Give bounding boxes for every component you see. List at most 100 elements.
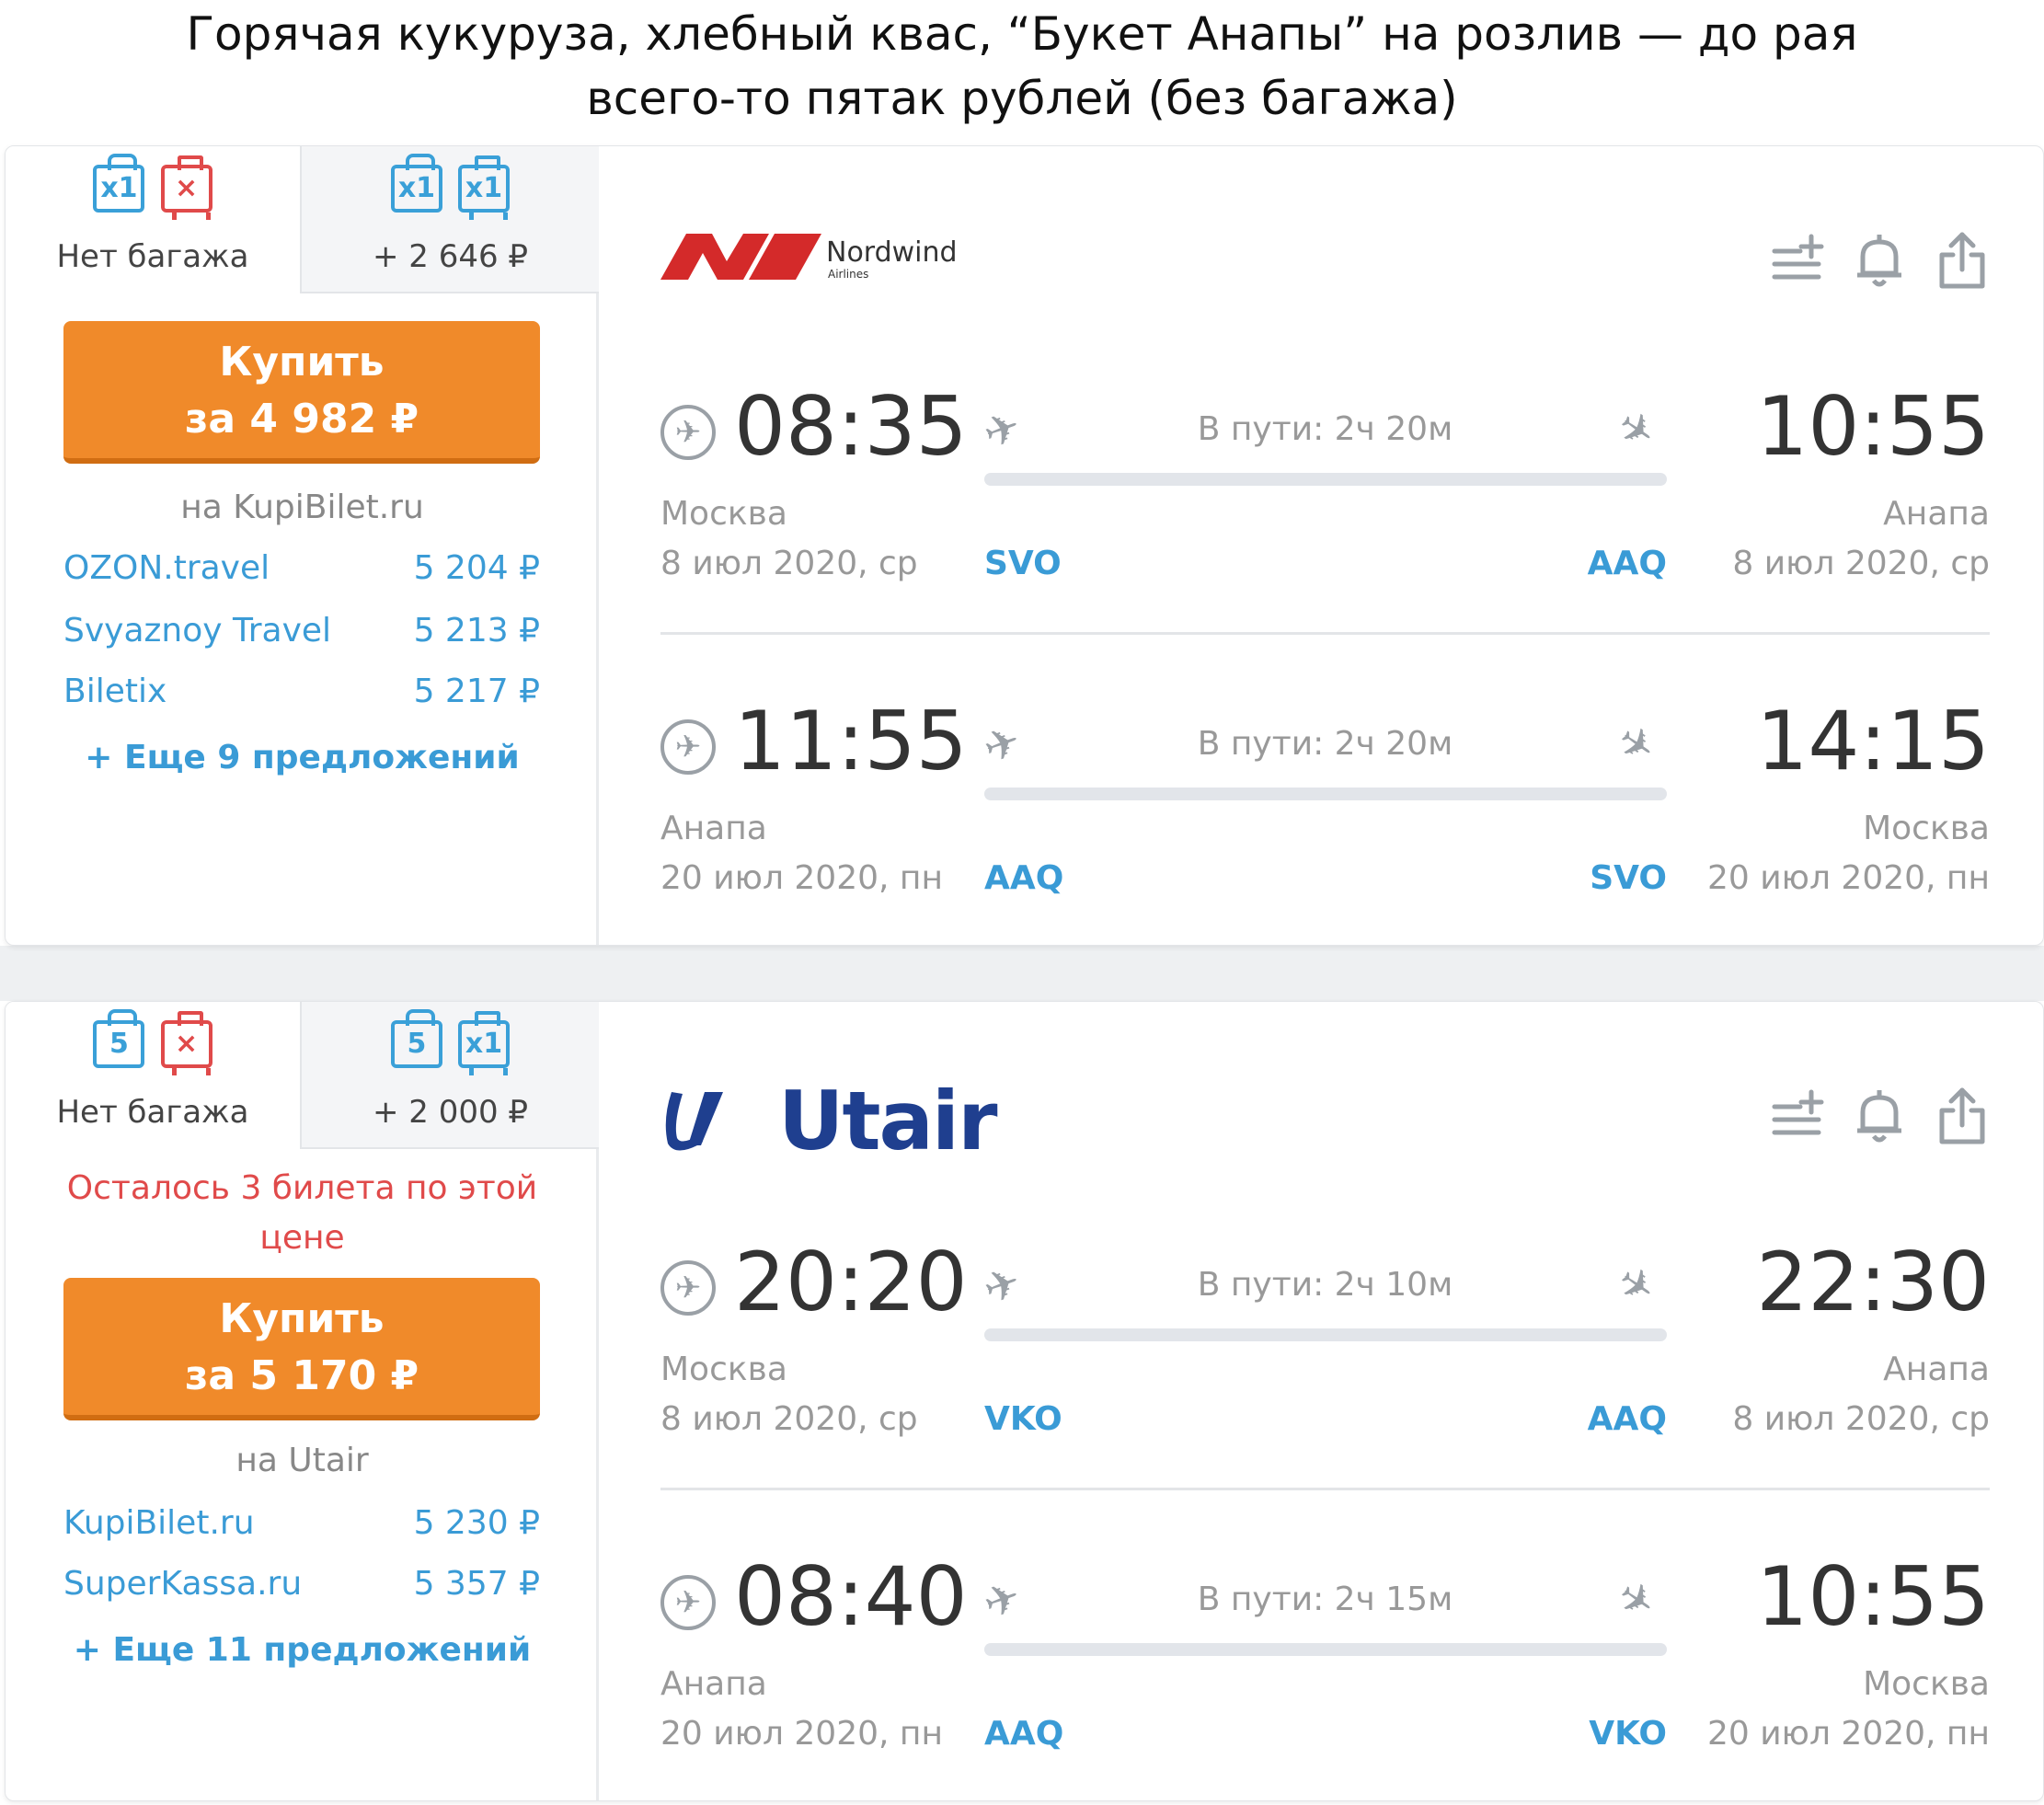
- tab-with-baggage[interactable]: 5 x1 + 2 000 ₽: [300, 1002, 599, 1149]
- buy-button[interactable]: Купить за 4 982 ₽: [63, 321, 540, 464]
- departure-city: Москва: [660, 495, 787, 533]
- departure-time: 11:55: [734, 694, 968, 788]
- offer-agency: KupiBilet.ru: [63, 1504, 255, 1542]
- offer-row[interactable]: Svyaznoy Travel 5 213 ₽: [63, 612, 540, 658]
- arrival-city: Анапа: [1883, 1351, 1990, 1388]
- suitcase-icon: x1: [458, 155, 511, 220]
- arrival-date: 20 июл 2020, пн: [1707, 859, 1990, 897]
- route-bar: [984, 788, 1667, 800]
- tab-label: Нет багажа: [56, 1094, 249, 1131]
- departure-time: 08:40: [734, 1549, 968, 1644]
- offer-agency: OZON.travel: [63, 549, 270, 587]
- seats-left-line-2: цене: [259, 1219, 345, 1257]
- add-to-list-icon[interactable]: [1769, 1086, 1824, 1151]
- offer-price: 5 357 ₽: [413, 1565, 540, 1603]
- share-icon[interactable]: [1935, 1086, 1990, 1151]
- caption: Горячая кукуруза, хлебный квас, “Букет А…: [0, 0, 2044, 143]
- departure-airport-code[interactable]: VKO: [984, 1400, 1062, 1438]
- ticket-card-utair: 5 × Нет багажа 5 x1 + 2 000 ₽ Осталось 3…: [5, 1001, 2044, 1801]
- hand-luggage-icon: x1: [93, 154, 145, 213]
- buy-button-label: Купить: [219, 339, 385, 385]
- departure-date: 8 июл 2020, ср: [660, 1400, 918, 1438]
- arrival-date: 8 июл 2020, ср: [1732, 1400, 1990, 1438]
- price-panel: 5 × Нет багажа 5 x1 + 2 000 ₽ Осталось 3…: [6, 1002, 599, 1800]
- arrival-airport-code[interactable]: AAQ: [1580, 1400, 1667, 1438]
- route-bar: [984, 1328, 1667, 1341]
- hand-luggage-icon: 5: [93, 1009, 145, 1068]
- offer-row[interactable]: KupiBilet.ru 5 230 ₽: [63, 1504, 540, 1550]
- departure-date: 20 июл 2020, пн: [660, 1715, 943, 1753]
- bell-icon[interactable]: [1852, 231, 1907, 295]
- itinerary-panel: Nordwind Airlines ✈ 08:35 ✈ В пути: 2ч 2…: [602, 146, 2043, 945]
- departure-time: 08:35: [734, 379, 968, 474]
- buy-button[interactable]: Купить за 5 170 ₽: [63, 1278, 540, 1420]
- arrival-date: 8 июл 2020, ср: [1732, 545, 1990, 582]
- flight-duration: В пути: 2ч 15м: [1197, 1581, 1453, 1618]
- arrival-time: 22:30: [1756, 1235, 1990, 1329]
- departure-date: 8 июл 2020, ср: [660, 545, 918, 582]
- airline-sub: Airlines: [828, 268, 869, 281]
- caption-line-2: всего-то пятак рублей (без багажа): [586, 72, 1458, 125]
- tab-no-baggage[interactable]: x1 × Нет багажа: [6, 146, 300, 293]
- flight-segment-return: ✈ 08:40 ✈ В пути: 2ч 15м ✈ 10:55 Анапа 2…: [660, 1551, 1990, 1781]
- offer-price: 5 213 ₽: [413, 612, 540, 650]
- itinerary-panel: Utair ✈ 20:20 ✈ В пути: 2ч 10м ✈ 22:30 М…: [602, 1002, 2043, 1800]
- arrival-airport-code[interactable]: VKO: [1580, 1715, 1667, 1753]
- arrival-city: Анапа: [1883, 495, 1990, 533]
- segment-divider: [660, 632, 1990, 635]
- offer-price: 5 230 ₽: [413, 1504, 540, 1542]
- departure-airport-code[interactable]: AAQ: [984, 1715, 1063, 1753]
- suitcase-icon: ×: [160, 1011, 212, 1075]
- add-to-list-icon[interactable]: [1769, 231, 1824, 295]
- ticket-card-nordwind: x1 × Нет багажа x1 x1 + 2 646 ₽ Купить з…: [5, 145, 2044, 946]
- tab-label: + 2 646 ₽: [372, 238, 529, 275]
- card-actions: [1769, 231, 1990, 295]
- airline-logo-utair: Utair: [660, 1074, 997, 1168]
- arrival-airport-code[interactable]: AAQ: [1580, 545, 1667, 582]
- utair-mark: [665, 1092, 723, 1151]
- buy-button-price: за 4 982 ₽: [184, 396, 419, 443]
- suitcase-icon: x1: [458, 1011, 511, 1075]
- route-bar: [984, 1643, 1667, 1656]
- offer-agency: SuperKassa.ru: [63, 1565, 303, 1603]
- offer-row[interactable]: SuperKassa.ru 5 357 ₽: [63, 1565, 540, 1611]
- pin-icon: ✈: [660, 719, 716, 775]
- buy-button-label: Купить: [219, 1295, 385, 1342]
- card-separator: [0, 946, 2044, 1001]
- arrival-city: Москва: [1863, 1665, 1990, 1703]
- departure-city: Анапа: [660, 810, 767, 847]
- offer-row[interactable]: Biletix 5 217 ₽: [63, 673, 540, 719]
- departure-airport-code[interactable]: SVO: [984, 545, 1062, 582]
- pin-icon: ✈: [660, 405, 716, 460]
- seats-left-line-1: Осталось 3 билета по этой: [66, 1169, 538, 1207]
- offer-price: 5 204 ₽: [413, 549, 540, 587]
- tab-no-baggage[interactable]: 5 × Нет багажа: [6, 1002, 300, 1149]
- arrival-airport-code[interactable]: SVO: [1580, 859, 1667, 897]
- arrival-time: 10:55: [1756, 379, 1990, 474]
- pin-icon: ✈: [660, 1575, 716, 1630]
- airline-logo-nordwind: Nordwind Airlines: [660, 229, 973, 293]
- arrival-city: Москва: [1863, 810, 1990, 847]
- departure-city: Анапа: [660, 1665, 767, 1703]
- seller-note: на Utair: [235, 1442, 369, 1479]
- bell-icon[interactable]: [1852, 1086, 1907, 1151]
- offer-price: 5 217 ₽: [413, 673, 540, 710]
- more-offers-link[interactable]: + Еще 9 предложений: [6, 739, 599, 776]
- more-offers-link[interactable]: + Еще 11 предложений: [6, 1631, 599, 1669]
- route-bar: [984, 473, 1667, 486]
- tab-with-baggage[interactable]: x1 x1 + 2 646 ₽: [300, 146, 599, 293]
- flight-segment-outbound: ✈ 20:20 ✈ В пути: 2ч 10м ✈ 22:30 Москва …: [660, 1236, 1990, 1466]
- suitcase-icon: ×: [160, 155, 212, 220]
- pin-icon: ✈: [660, 1260, 716, 1316]
- share-icon[interactable]: [1935, 231, 1990, 295]
- departure-time: 20:20: [734, 1235, 968, 1329]
- tab-label: Нет багажа: [56, 238, 249, 275]
- seller-note: на KupiBilet.ru: [180, 489, 424, 526]
- offer-row[interactable]: OZON.travel 5 204 ₽: [63, 549, 540, 595]
- card-actions: [1769, 1086, 1990, 1151]
- flight-segment-outbound: ✈ 08:35 ✈ В пути: 2ч 20м ✈ 10:55 Москва …: [660, 381, 1990, 611]
- arrival-date: 20 июл 2020, пн: [1707, 1715, 1990, 1753]
- arrival-time: 10:55: [1756, 1549, 1990, 1644]
- departure-airport-code[interactable]: AAQ: [984, 859, 1063, 897]
- offer-agency: Biletix: [63, 673, 167, 710]
